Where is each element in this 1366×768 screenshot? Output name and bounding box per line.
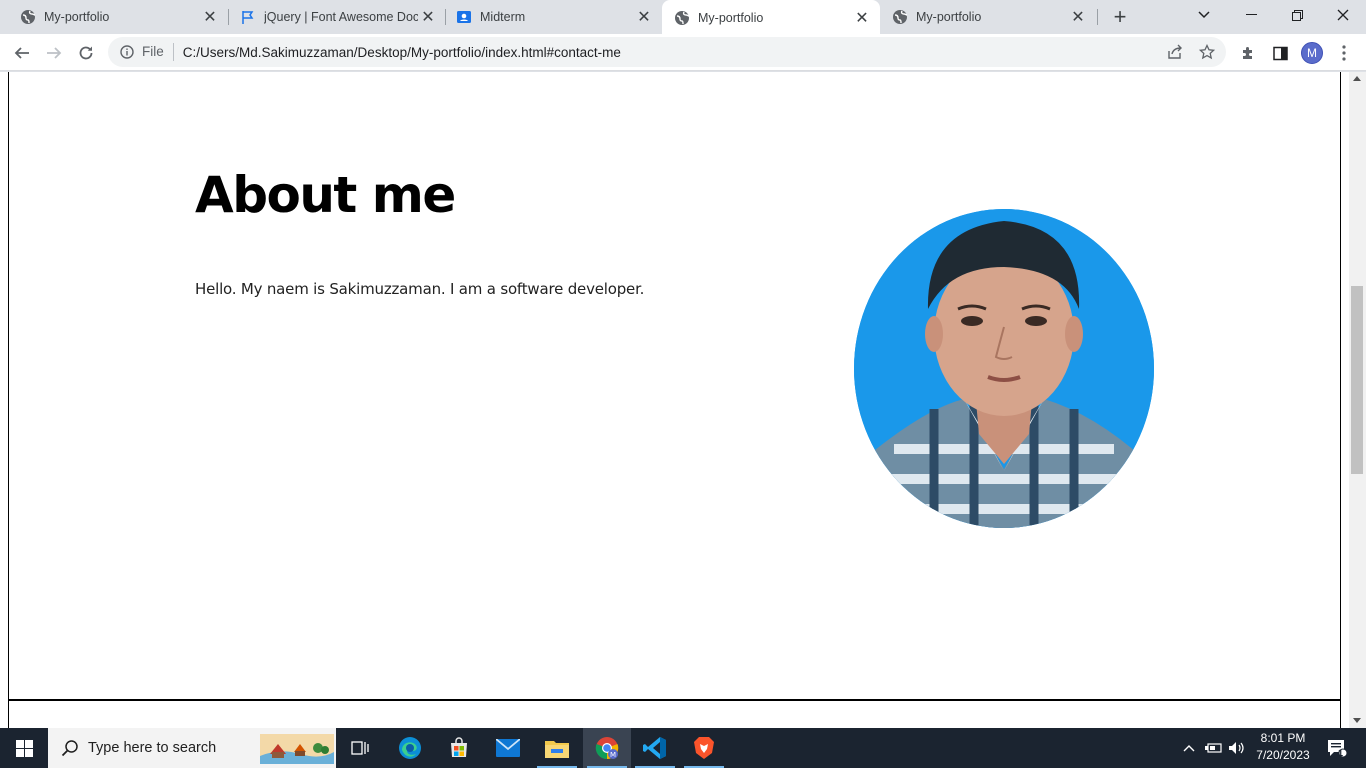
vscode-icon[interactable] bbox=[631, 728, 679, 768]
tab-title: jQuery | Font Awesome Docs bbox=[264, 10, 418, 24]
scroll-up-arrow-icon[interactable] bbox=[1353, 76, 1361, 81]
page-scrollbar[interactable] bbox=[1349, 72, 1366, 728]
about-heading: About me bbox=[195, 166, 456, 224]
notifications-icon[interactable]: 1 bbox=[1322, 728, 1352, 768]
brave-icon[interactable] bbox=[680, 728, 728, 768]
address-bar[interactable]: File C:/Users/Md.Sakimuzzaman/Desktop/My… bbox=[108, 37, 1226, 67]
about-description: Hello. My naem is Sakimuzzaman. I am a s… bbox=[195, 280, 645, 298]
restore-icon[interactable] bbox=[1274, 0, 1320, 30]
close-window-icon[interactable] bbox=[1320, 0, 1366, 30]
volume-icon[interactable] bbox=[1226, 728, 1248, 768]
search-highlight-illustration-icon bbox=[260, 734, 334, 764]
tab-title: My-portfolio bbox=[916, 10, 982, 24]
edge-icon[interactable] bbox=[386, 728, 434, 768]
forward-icon[interactable] bbox=[40, 39, 68, 67]
battery-icon[interactable] bbox=[1202, 728, 1224, 768]
tab-jquery-font-awesome[interactable]: jQuery | Font Awesome Docs ✕ bbox=[220, 0, 446, 34]
tab-my-portfolio-1[interactable]: My-portfolio ✕ bbox=[0, 0, 228, 34]
clock-date: 7/20/2023 bbox=[1256, 748, 1310, 762]
search-icon bbox=[60, 738, 80, 758]
scroll-down-arrow-icon[interactable] bbox=[1353, 718, 1361, 723]
windows-start-icon[interactable] bbox=[0, 728, 48, 768]
flag-icon bbox=[240, 9, 256, 25]
page-viewport: About me Hello. My naem is Sakimuzzaman.… bbox=[0, 72, 1366, 728]
taskbar-search-box[interactable]: Type here to search bbox=[48, 728, 336, 768]
globe-icon bbox=[674, 10, 690, 26]
minimize-icon[interactable] bbox=[1228, 0, 1274, 30]
side-panel-icon[interactable] bbox=[1270, 43, 1290, 63]
tab-my-portfolio-3[interactable]: My-portfolio ✕ bbox=[880, 0, 1096, 34]
close-tab-icon[interactable]: ✕ bbox=[1068, 7, 1088, 27]
globe-icon bbox=[20, 9, 36, 25]
system-clock[interactable]: 8:01 PM 7/20/2023 bbox=[1246, 730, 1320, 764]
back-icon[interactable] bbox=[8, 39, 36, 67]
clock-time: 8:01 PM bbox=[1260, 731, 1306, 745]
svg-text:M: M bbox=[610, 751, 616, 759]
browser-toolbar: File C:/Users/Md.Sakimuzzaman/Desktop/My… bbox=[0, 34, 1366, 71]
scroll-thumb[interactable] bbox=[1351, 286, 1363, 474]
close-tab-icon[interactable]: ✕ bbox=[418, 7, 438, 27]
globe-icon bbox=[892, 9, 908, 25]
windows-taskbar: Type here to search M 8:01 PM 7/20/2023 … bbox=[0, 728, 1366, 768]
close-tab-icon[interactable]: ✕ bbox=[634, 7, 654, 27]
tab-title: My-portfolio bbox=[698, 11, 764, 25]
mail-icon[interactable] bbox=[484, 728, 532, 768]
microsoft-store-icon[interactable] bbox=[435, 728, 483, 768]
address-url[interactable]: C:/Users/Md.Sakimuzzaman/Desktop/My-port… bbox=[183, 45, 621, 60]
show-hidden-icons-icon[interactable] bbox=[1180, 728, 1198, 768]
task-view-icon[interactable] bbox=[336, 728, 384, 768]
search-placeholder: Type here to search bbox=[88, 740, 217, 756]
bookmark-star-icon[interactable] bbox=[1198, 43, 1216, 61]
profile-avatar[interactable]: M bbox=[1301, 42, 1323, 64]
tab-my-portfolio-active[interactable]: My-portfolio ✕ bbox=[662, 0, 880, 36]
next-section bbox=[8, 701, 1341, 728]
close-tab-icon[interactable]: ✕ bbox=[200, 7, 220, 27]
share-icon[interactable] bbox=[1166, 43, 1184, 61]
chrome-icon[interactable]: M bbox=[583, 728, 631, 768]
tab-strip: My-portfolio ✕ jQuery | Font Awesome Doc… bbox=[0, 0, 1366, 36]
address-scheme: File bbox=[142, 43, 174, 61]
tab-midterm[interactable]: Midterm ✕ bbox=[436, 0, 662, 34]
extensions-icon[interactable] bbox=[1238, 43, 1258, 63]
info-icon[interactable] bbox=[118, 43, 136, 61]
tab-title: My-portfolio bbox=[44, 10, 110, 24]
new-tab-icon[interactable]: + bbox=[1108, 4, 1132, 29]
classroom-icon bbox=[456, 9, 472, 25]
reload-icon[interactable] bbox=[72, 39, 100, 67]
close-tab-icon[interactable]: ✕ bbox=[852, 8, 872, 28]
tab-title: Midterm bbox=[480, 10, 526, 24]
menu-kebab-icon[interactable] bbox=[1334, 43, 1354, 63]
tab-search-icon[interactable] bbox=[1181, 0, 1227, 30]
notification-count: 1 bbox=[1338, 748, 1344, 758]
file-explorer-icon[interactable] bbox=[533, 728, 581, 768]
profile-photo bbox=[854, 209, 1154, 528]
tab-separator bbox=[1097, 9, 1098, 25]
